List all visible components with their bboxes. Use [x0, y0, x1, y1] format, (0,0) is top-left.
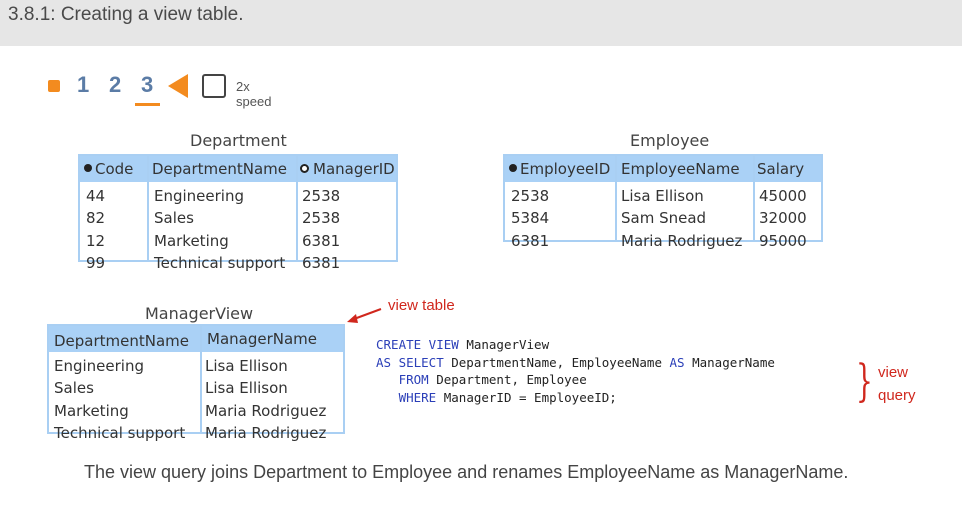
table-cell: 12	[86, 232, 106, 250]
table-cell: 32000	[759, 209, 807, 227]
header-code: Code	[84, 156, 133, 182]
table-cell: 6381	[302, 232, 341, 250]
speed-label: 2x speed	[236, 79, 272, 109]
column-divider	[615, 156, 617, 240]
table-cell: Lisa Ellison	[621, 187, 704, 205]
table-cell: 2538	[302, 187, 341, 205]
table-cell: Sam Snead	[621, 209, 707, 227]
table-cell: Technical support	[154, 254, 286, 272]
header-departmentname: DepartmentName	[54, 332, 190, 350]
table-cell: Sales	[54, 379, 94, 397]
column-divider	[147, 156, 149, 260]
table-cell: Marketing	[54, 402, 129, 420]
table-cell: 44	[86, 187, 106, 205]
column-divider	[296, 156, 298, 260]
table-cell: Maria Rodriguez	[205, 402, 327, 420]
page-header: 3.8.1: Creating a view table.	[0, 0, 962, 46]
primary-key-icon	[84, 164, 92, 172]
sql-line-3: FROM Department, Employee	[398, 372, 587, 387]
sql-code-block: CREATE VIEW ManagerView AS SELECT Depart…	[376, 336, 775, 406]
sql-line-4: WHERE ManagerID = EmployeeID;	[398, 389, 617, 405]
table-cell: Lisa Ellison	[205, 379, 288, 397]
header-departmentname: DepartmentName	[152, 160, 288, 178]
header-employeeid: EmployeeID	[509, 156, 610, 182]
sql-line-1: CREATE VIEW ManagerView	[376, 337, 550, 352]
primary-key-icon	[509, 164, 517, 172]
managerview-caption: ManagerView	[145, 304, 254, 323]
header-managername: ManagerName	[207, 330, 318, 348]
header-salary: Salary	[757, 160, 805, 178]
play-back-icon[interactable]	[168, 74, 188, 98]
table-cell: 82	[86, 209, 106, 227]
header-managerid: ManagerID	[300, 156, 395, 182]
table-cell: 6381	[511, 232, 550, 250]
speed-checkbox[interactable]	[202, 74, 226, 98]
table-cell: 2538	[302, 209, 341, 227]
stop-button[interactable]	[48, 80, 60, 92]
department-caption: Department	[190, 131, 287, 150]
table-cell: 2538	[511, 187, 550, 205]
table-cell: 6381	[302, 254, 341, 272]
column-divider	[200, 326, 202, 432]
table-cell: Maria Rodriguez	[205, 424, 327, 442]
view-table-arrow-icon	[347, 308, 382, 323]
step-3-button[interactable]: 3	[141, 72, 153, 98]
table-cell: 45000	[759, 187, 807, 205]
page-title: 3.8.1: Creating a view table.	[8, 4, 244, 25]
table-cell: 5384	[511, 209, 550, 227]
header-employeename: EmployeeName	[621, 160, 740, 178]
table-cell: Technical support	[54, 424, 186, 442]
table-cell: Engineering	[154, 187, 244, 205]
table-cell: 95000	[759, 232, 807, 250]
table-cell: Marketing	[154, 232, 229, 250]
department-table: Code DepartmentName ManagerID 44 Enginee…	[78, 154, 398, 272]
managerview-table: DepartmentName ManagerName Engineering L…	[47, 324, 345, 442]
column-divider	[753, 156, 755, 240]
table-cell: Sales	[154, 209, 194, 227]
table-cell: Lisa Ellison	[205, 357, 288, 375]
sql-line-2: AS SELECT DepartmentName, EmployeeName A…	[376, 354, 775, 370]
view-query-label-1: view	[878, 364, 909, 381]
foreign-key-icon	[300, 164, 309, 173]
step-1-button[interactable]: 1	[77, 72, 89, 98]
step-2-button[interactable]: 2	[109, 72, 121, 98]
table-cell: Engineering	[54, 357, 144, 375]
employee-table: EmployeeID EmployeeName Salary 2538 Lisa…	[503, 154, 823, 250]
view-table-label: view table	[388, 297, 455, 314]
employee-caption: Employee	[630, 131, 710, 150]
table-cell: Maria Rodriguez	[621, 232, 743, 250]
brace-icon: }	[856, 356, 873, 407]
active-step-indicator	[135, 103, 160, 106]
view-query-label-2: query	[878, 387, 916, 404]
table-cell: 99	[86, 254, 106, 272]
caption-text: The view query joins Department to Emplo…	[84, 462, 849, 482]
